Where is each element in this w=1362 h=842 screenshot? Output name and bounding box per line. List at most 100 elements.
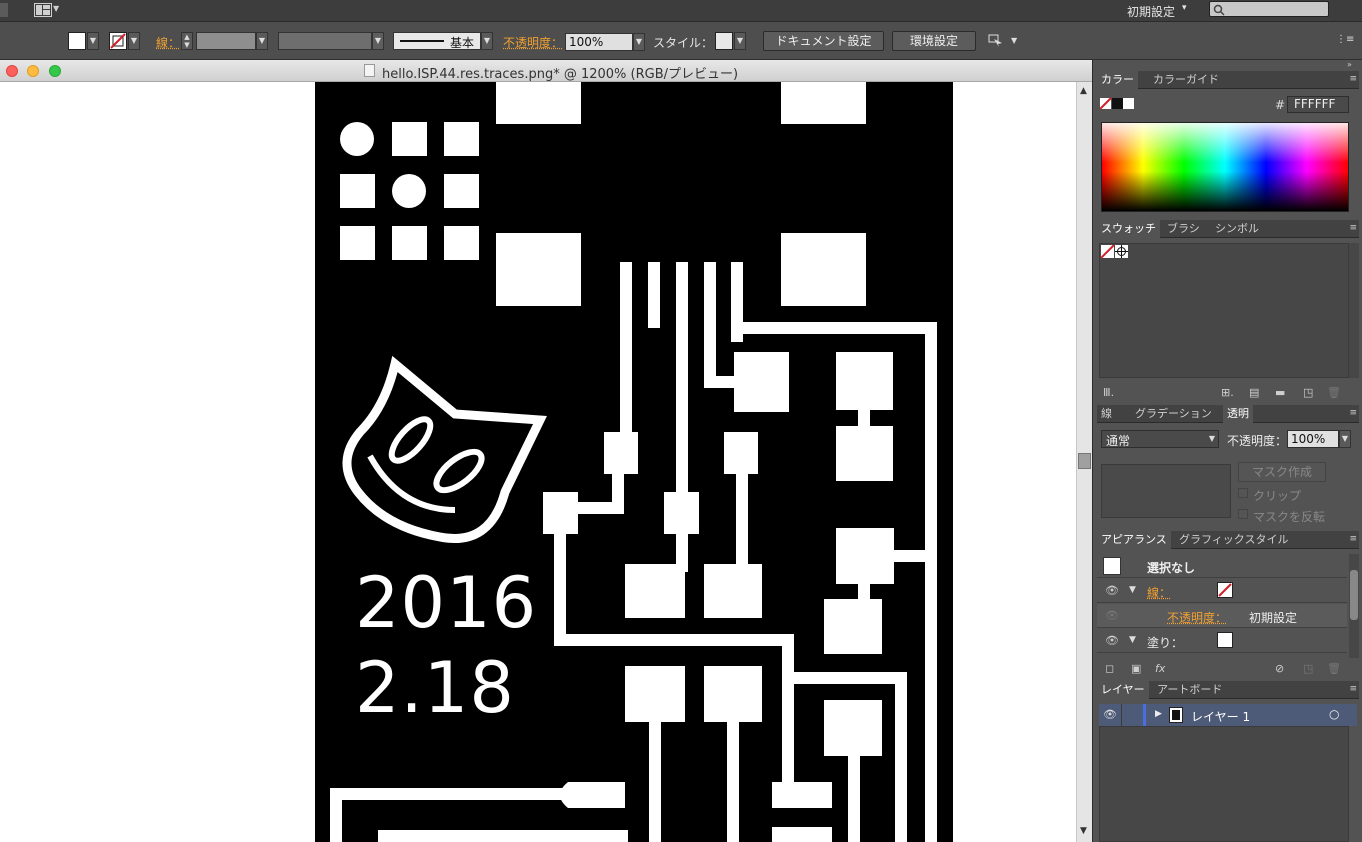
zoom-window-button[interactable] xyxy=(49,65,61,77)
clear-appearance-icon[interactable]: ⊘ xyxy=(1275,662,1284,675)
new-swatch-icon[interactable]: ◳ xyxy=(1303,386,1313,399)
variable-width-field[interactable] xyxy=(278,32,372,50)
duplicate-item-icon[interactable]: ◳ xyxy=(1303,662,1313,675)
document-setup-button[interactable]: ドキュメント設定 xyxy=(763,31,884,51)
fill-dropdown-icon[interactable]: ▼ xyxy=(87,32,99,50)
color-spectrum[interactable] xyxy=(1101,122,1349,212)
workspace-switcher[interactable]: 初期設定 ▾ xyxy=(1114,0,1200,21)
delete-swatch-icon[interactable]: 🗑 xyxy=(1327,386,1341,399)
swatch-library-menu-icon[interactable]: Ⅲ. xyxy=(1103,386,1114,399)
opacity-visibility-eye-icon[interactable]: 👁 xyxy=(1105,609,1119,622)
tab-swatches[interactable]: スウォッチ xyxy=(1097,220,1160,238)
layer-target-circle-icon[interactable]: ○ xyxy=(1329,707,1339,721)
layer-name[interactable]: レイヤー 1 xyxy=(1191,708,1250,725)
select-similar-icon[interactable] xyxy=(988,34,1004,48)
variable-width-dropdown-icon[interactable]: ▼ xyxy=(372,32,384,50)
tab-transparency[interactable]: 透明 xyxy=(1223,405,1253,423)
select-similar-caret-icon[interactable]: ▼ xyxy=(1011,36,1017,45)
layer-expand-caret-icon[interactable]: ▶ xyxy=(1155,709,1162,719)
tab-artboards[interactable]: アートボード xyxy=(1153,681,1226,699)
color-fill-stroke-icon[interactable] xyxy=(1100,97,1134,111)
artboard-canvas[interactable]: 2016 2.18 xyxy=(0,82,1076,842)
swatches-panel-menu-icon[interactable]: ≡ xyxy=(1349,223,1357,233)
appearance-panel-menu-icon[interactable]: ≡ xyxy=(1349,534,1357,544)
fill-visibility-eye-icon[interactable]: 👁 xyxy=(1105,634,1119,647)
layer-visibility-eye-icon[interactable]: 👁 xyxy=(1103,708,1117,721)
transparency-opacity-dropdown-icon[interactable]: ▼ xyxy=(1339,430,1351,448)
transparency-panel-menu-icon[interactable]: ≡ xyxy=(1349,408,1357,418)
tab-symbols[interactable]: シンボル xyxy=(1211,220,1263,238)
tab-graphic-styles[interactable]: グラフィックスタイル xyxy=(1175,531,1292,549)
preferences-button[interactable]: 環境設定 xyxy=(892,31,976,51)
swatch-options-icon[interactable]: ▤ xyxy=(1249,386,1259,399)
hex-color-field[interactable]: FFFFFF xyxy=(1287,96,1349,113)
show-swatch-kinds-icon[interactable]: ⊞. xyxy=(1221,386,1234,399)
opacity-dropdown-icon[interactable]: ▼ xyxy=(633,33,645,51)
scroll-thumb[interactable] xyxy=(1078,453,1091,469)
layers-panel-menu-icon[interactable]: ≡ xyxy=(1349,684,1357,694)
blend-mode-select[interactable]: 通常 ▼ xyxy=(1101,430,1219,448)
vertical-scrollbar[interactable]: ▲ ▼ xyxy=(1076,82,1092,842)
scroll-up-icon[interactable]: ▲ xyxy=(1080,86,1087,96)
stroke-swatch[interactable] xyxy=(109,32,127,50)
fill-expand-caret-icon[interactable]: ▼ xyxy=(1129,635,1136,645)
clip-checkbox[interactable] xyxy=(1238,488,1248,498)
delete-item-icon[interactable]: 🗑 xyxy=(1327,662,1341,675)
layers-panel-tabs: レイヤー アートボード ≡ xyxy=(1097,681,1359,699)
swatches-panel-tabs: スウォッチ ブラシ シンボル ≡ xyxy=(1097,220,1359,238)
brush-definition-field[interactable]: 基本 xyxy=(393,32,481,50)
transparency-opacity-field[interactable]: 100% xyxy=(1287,430,1339,448)
tab-stroke[interactable]: 線 xyxy=(1097,405,1116,423)
arrange-documents-caret-icon[interactable]: ▼ xyxy=(53,4,59,13)
opacity-field[interactable]: 100% xyxy=(565,33,633,51)
color-panel-menu-icon[interactable]: ≡ xyxy=(1349,74,1357,84)
appearance-fill-row[interactable]: 👁 ▼ 塗り： xyxy=(1097,629,1347,653)
stroke-weight-dropdown-icon[interactable]: ▼ xyxy=(256,32,268,50)
minimize-window-button[interactable] xyxy=(27,65,39,77)
tab-layers[interactable]: レイヤー xyxy=(1097,681,1149,699)
stroke-visibility-eye-icon[interactable]: 👁 xyxy=(1105,584,1119,597)
swatches-scrollbar[interactable] xyxy=(1349,243,1359,378)
help-search-input[interactable] xyxy=(1209,1,1329,17)
graphic-style-dropdown-icon[interactable]: ▼ xyxy=(734,32,746,50)
appearance-scrollbar[interactable] xyxy=(1349,554,1359,658)
appearance-opacity-value: 初期設定 xyxy=(1249,611,1298,625)
fill-swatch[interactable] xyxy=(68,32,86,50)
tab-color-guide[interactable]: カラーガイド xyxy=(1149,71,1223,89)
layer-row[interactable]: 👁 ▶ レイヤー 1 ○ xyxy=(1099,704,1357,726)
document-file-icon xyxy=(364,64,375,77)
control-bar-menu-icon[interactable]: ⋮≡ xyxy=(1336,34,1354,45)
invert-mask-checkbox[interactable] xyxy=(1238,509,1248,519)
appearance-stroke-label[interactable]: 線： xyxy=(1147,584,1171,601)
make-mask-button[interactable]: マスク作成 xyxy=(1238,462,1326,482)
stroke-weight-stepper[interactable]: ▲ ▼ xyxy=(181,32,193,50)
add-new-fill-icon[interactable]: ▣ xyxy=(1131,662,1141,675)
appearance-scroll-thumb[interactable] xyxy=(1350,570,1358,620)
stroke-dropdown-icon[interactable]: ▼ xyxy=(128,32,140,50)
tab-gradient[interactable]: グラデーション xyxy=(1131,405,1216,423)
scroll-down-icon[interactable]: ▼ xyxy=(1080,826,1087,836)
appearance-fill-swatch[interactable] xyxy=(1217,632,1233,648)
add-new-stroke-icon[interactable]: ◻ xyxy=(1105,662,1114,675)
stroke-weight-label[interactable]: 線： xyxy=(156,34,180,51)
transparency-panel-tabs: 線 グラデーション 透明 ≡ xyxy=(1097,405,1359,423)
arrange-documents-icon[interactable] xyxy=(34,3,52,17)
tab-color[interactable]: カラー xyxy=(1097,71,1138,89)
hex-hash-label: # xyxy=(1275,98,1286,112)
close-window-button[interactable] xyxy=(6,65,18,77)
brush-dropdown-icon[interactable]: ▼ xyxy=(481,32,493,50)
appearance-opacity-label[interactable]: 不透明度： xyxy=(1167,609,1227,626)
opacity-label[interactable]: 不透明度： xyxy=(503,34,563,51)
collapse-dock-icon[interactable]: » xyxy=(1347,60,1352,69)
stroke-weight-field[interactable] xyxy=(196,32,256,50)
appearance-opacity-row[interactable]: 👁 不透明度： 初期設定 xyxy=(1097,604,1347,628)
document-title-bar: hello.ISP.44.res.traces.png* @ 1200% (RG… xyxy=(0,60,1092,82)
tab-brushes[interactable]: ブラシ xyxy=(1163,220,1204,238)
add-new-effect-icon[interactable]: fx xyxy=(1155,662,1165,675)
stroke-expand-caret-icon[interactable]: ▼ xyxy=(1129,585,1136,595)
appearance-stroke-row[interactable]: 👁 ▼ 線： xyxy=(1097,579,1347,603)
tab-appearance[interactable]: アピアランス xyxy=(1097,531,1171,549)
graphic-style-swatch[interactable] xyxy=(715,32,733,50)
appearance-stroke-none-icon[interactable] xyxy=(1217,582,1233,598)
new-color-group-icon[interactable]: ▬ xyxy=(1275,386,1285,399)
